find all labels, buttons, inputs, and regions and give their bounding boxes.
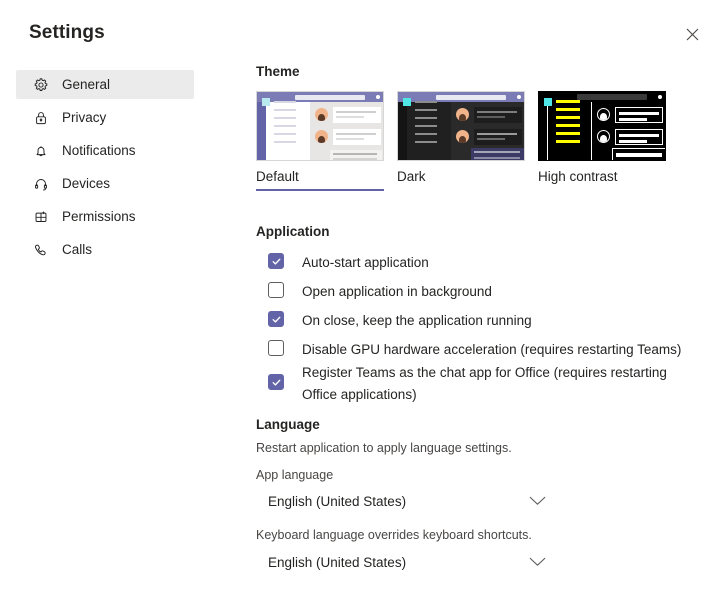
chevron-down-icon [529, 557, 546, 567]
settings-dialog: Settings General Privacy Notifications D… [0, 0, 720, 610]
checkbox-label: Auto-start application [302, 255, 429, 270]
sidebar-item-general[interactable]: General [16, 70, 194, 99]
bell-icon [32, 142, 50, 160]
sidebar-item-label: Permissions [62, 209, 136, 224]
checkbox-keep-running[interactable] [268, 311, 284, 327]
theme-option-label: High contrast [538, 169, 618, 184]
headset-icon [32, 175, 50, 193]
app-language-value: English (United States) [268, 493, 407, 509]
settings-sidebar: General Privacy Notifications Devices Pe… [16, 70, 194, 264]
sidebar-item-notifications[interactable]: Notifications [16, 136, 194, 165]
theme-option-label: Dark [397, 169, 426, 184]
checkbox-disable-gpu[interactable] [268, 340, 284, 356]
app-language-dropdown[interactable]: English (United States) [268, 485, 546, 517]
checkbox-label: Register Teams as the chat app for Offic… [302, 365, 667, 402]
grid-plus-icon [32, 208, 50, 226]
gear-icon [32, 76, 50, 94]
theme-option-dark[interactable]: Dark [397, 91, 525, 189]
checkbox-label: Disable GPU hardware acceleration (requi… [302, 342, 682, 357]
sidebar-item-label: Notifications [62, 143, 136, 158]
keyboard-language-note: Keyboard language overrides keyboard sho… [256, 528, 532, 542]
close-icon [686, 28, 699, 41]
sidebar-item-calls[interactable]: Calls [16, 235, 194, 264]
theme-option-label: Default [256, 169, 384, 191]
lock-icon [32, 109, 50, 127]
theme-thumbnail-default [256, 91, 384, 161]
checkbox-row-keep-running[interactable]: On close, keep the application running [256, 310, 532, 332]
sidebar-item-label: Calls [62, 242, 93, 257]
checkbox-row-open-background[interactable]: Open application in background [256, 281, 492, 303]
sidebar-item-label: Privacy [62, 110, 107, 125]
application-heading: Application [256, 224, 330, 239]
checkbox-row-disable-gpu[interactable]: Disable GPU hardware acceleration (requi… [256, 339, 681, 361]
checkbox-auto-start[interactable] [268, 253, 284, 269]
sidebar-item-devices[interactable]: Devices [16, 169, 194, 198]
sidebar-item-label: Devices [62, 176, 111, 191]
checkbox-row-register-chat-app[interactable]: Register Teams as the chat app for Offic… [256, 362, 698, 406]
sidebar-item-privacy[interactable]: Privacy [16, 103, 194, 132]
page-title: Settings [29, 22, 105, 43]
theme-thumbnail-high-contrast [538, 91, 666, 161]
sidebar-item-permissions[interactable]: Permissions [16, 202, 194, 231]
theme-option-high-contrast[interactable]: High contrast [538, 91, 666, 189]
checkbox-open-background[interactable] [268, 282, 284, 298]
phone-icon [32, 241, 50, 259]
checkbox-row-auto-start[interactable]: Auto-start application [256, 252, 429, 274]
theme-heading: Theme [256, 64, 300, 79]
sidebar-item-label: General [62, 77, 111, 92]
language-heading: Language [256, 417, 320, 432]
language-restart-note: Restart application to apply language se… [256, 441, 512, 455]
close-button[interactable] [678, 20, 706, 48]
theme-thumbnail-dark [397, 91, 525, 161]
theme-option-default[interactable]: Default [256, 91, 384, 191]
checkbox-label: Open application in background [302, 284, 492, 299]
checkbox-label: On close, keep the application running [302, 313, 532, 328]
app-language-label: App language [256, 468, 334, 482]
keyboard-language-value: English (United States) [268, 554, 407, 570]
chevron-down-icon [529, 496, 546, 506]
keyboard-language-dropdown[interactable]: English (United States) [268, 546, 546, 578]
checkbox-register-chat-app[interactable] [268, 374, 284, 390]
